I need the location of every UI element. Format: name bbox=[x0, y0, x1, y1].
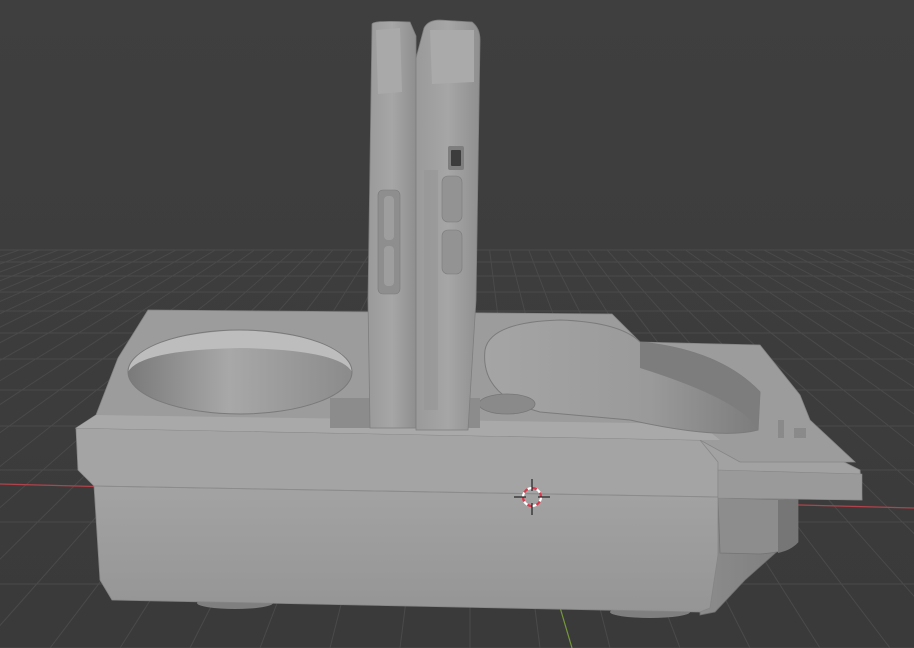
cup-hole-left[interactable] bbox=[127, 329, 353, 415]
viewport-3d[interactable] bbox=[0, 0, 914, 648]
grid-line bbox=[881, 249, 914, 263]
grid-line bbox=[861, 249, 914, 272]
phone-front[interactable] bbox=[415, 19, 481, 431]
phone-back[interactable] bbox=[367, 20, 417, 429]
small-hole bbox=[478, 393, 536, 415]
scene-svg bbox=[0, 19, 914, 648]
grid-line bbox=[0, 249, 20, 258]
